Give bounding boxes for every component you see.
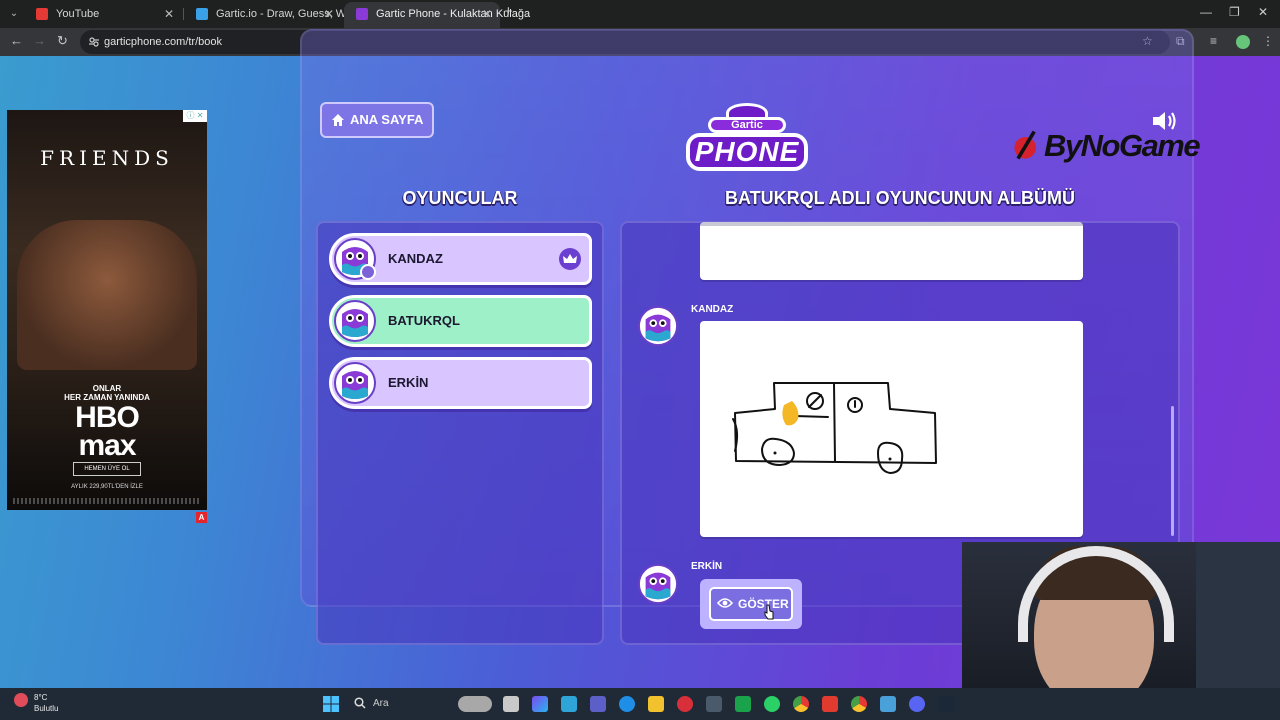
album-heading: BATUKRQL ADLI OYUNCUNUN ALBÜMÜ: [725, 188, 1075, 208]
player-name: ERKİN: [388, 375, 429, 390]
steam-icon[interactable]: [938, 696, 954, 712]
media-control-icon[interactable]: ≡: [1210, 34, 1217, 48]
ad-cast-image: [17, 220, 197, 370]
bynogame-logo-icon: [1014, 130, 1036, 160]
player-item-batukrql[interactable]: BATUKRQL: [329, 295, 592, 347]
logo-gartic-text: Gartic: [708, 117, 786, 133]
search-placeholder: Ara: [373, 698, 389, 709]
reload-icon[interactable]: ↻: [57, 33, 68, 49]
max-logo-text: max: [78, 429, 136, 462]
home-button-label: ANA SAYFA: [350, 112, 424, 127]
player-avatar: [334, 300, 376, 342]
weather-icon[interactable]: [14, 693, 28, 707]
copilot-icon[interactable]: [532, 696, 548, 712]
player-avatar: [334, 362, 376, 404]
close-icon[interactable]: ✕: [324, 2, 334, 26]
show-button-wrapper: GÖSTER: [700, 579, 802, 629]
ad-title: FRIENDS: [40, 146, 174, 170]
chrome-icon[interactable]: [851, 696, 867, 712]
eye-icon: [717, 598, 733, 608]
app-icon[interactable]: [880, 696, 896, 712]
hand-cursor-icon: [764, 604, 774, 620]
album-drawing-card: [700, 321, 1083, 537]
tab-strip: ⌄ YouTube ✕ Gartic.io - Draw, Guess, WIN…: [0, 0, 1280, 28]
xbox-icon[interactable]: [735, 696, 751, 712]
minimize-icon[interactable]: —: [1200, 5, 1212, 19]
task-view-icon[interactable]: [503, 696, 519, 712]
tab-youtube[interactable]: YouTube ✕: [24, 2, 182, 28]
windows-taskbar: 8°C Bulutlu Ara: [0, 688, 1280, 720]
app-icon[interactable]: [561, 696, 577, 712]
youtube-favicon-icon: [36, 8, 48, 20]
ad-badge: A: [196, 512, 207, 523]
close-icon[interactable]: ✕: [482, 2, 492, 26]
player-name: BATUKRQL: [388, 313, 460, 328]
album-author-avatar: [638, 564, 678, 604]
discord-icon[interactable]: [909, 696, 925, 712]
gartic-io-favicon-icon: [196, 8, 208, 20]
ad-tagline: ONLAR HER ZAMAN YANINDA: [7, 384, 207, 402]
player-name: KANDAZ: [388, 251, 443, 266]
ad-cta-button[interactable]: HEMEN ÜYE OL: [73, 462, 141, 476]
weather-condition: Bulutlu: [34, 704, 59, 713]
weather-widget[interactable]: 8°C Bulutlu: [34, 692, 58, 714]
player-item-erkin[interactable]: ERKİN: [329, 357, 592, 409]
ad-price-text: AYLIK 229,90TL'DEN İZLE: [71, 484, 143, 490]
taskbar-widget-icon[interactable]: [458, 696, 492, 712]
tab-title: YouTube: [56, 8, 100, 20]
album-author-name: KANDAZ: [691, 304, 734, 315]
album-author-name: ERKİN: [691, 561, 723, 572]
windows-start-icon[interactable]: [323, 696, 339, 712]
player-item-kandaz[interactable]: KANDAZ: [329, 233, 592, 285]
album-scrollbar[interactable]: [1171, 406, 1174, 536]
bynogame-sponsor-logo[interactable]: ByNoGame: [1012, 126, 1206, 166]
album-text-card: [700, 222, 1083, 280]
file-explorer-icon[interactable]: [648, 696, 664, 712]
sponsor-name: ByNoGame: [1044, 128, 1201, 163]
tab-gartic-phone[interactable]: Gartic Phone - Kulaktan Kulağa ✕: [344, 2, 530, 28]
app-icon[interactable]: [822, 696, 838, 712]
menu-dots-icon[interactable]: ⋮: [1262, 34, 1274, 48]
weather-temp: 8°C: [34, 693, 48, 702]
app-icon[interactable]: [677, 696, 693, 712]
edge-icon[interactable]: [619, 696, 635, 712]
hbo-logo-text: HBO: [75, 401, 140, 434]
back-icon[interactable]: ←: [10, 33, 23, 48]
car-drawing: [732, 382, 937, 474]
url-text: garticphone.com/tr/book: [104, 36, 223, 48]
logo-phone-text: PHONE: [686, 133, 808, 171]
home-button[interactable]: ANA SAYFA: [320, 102, 434, 138]
gartic-phone-favicon-icon: [356, 8, 368, 20]
app-grid-icon[interactable]: [706, 696, 722, 712]
chrome-icon[interactable]: [793, 696, 809, 712]
show-button[interactable]: GÖSTER: [709, 587, 793, 621]
forward-icon[interactable]: →: [33, 33, 46, 48]
restore-icon[interactable]: ❐: [1229, 5, 1240, 19]
teams-icon[interactable]: [590, 696, 606, 712]
players-heading: OYUNCULAR: [402, 188, 518, 208]
home-icon: [332, 114, 344, 126]
user-badge-icon: [360, 264, 376, 280]
gartic-phone-logo: Gartic PHONE: [686, 101, 808, 179]
ad-info-icon[interactable]: ⓘ ✕: [183, 110, 207, 122]
hbo-max-logo: HBO max: [7, 401, 207, 462]
tab-search-icon[interactable]: ⌄: [6, 6, 22, 22]
window-close-icon[interactable]: ✕: [1258, 5, 1268, 19]
profile-avatar[interactable]: [1236, 35, 1250, 49]
tab-title: Gartic.io - Draw, Guess, WIN: [216, 8, 358, 20]
crown-icon: [559, 248, 581, 270]
friends-ad-banner[interactable]: FRIENDS ONLAR HER ZAMAN YANINDA HBO max …: [7, 110, 207, 510]
ad-fine-print: [13, 498, 201, 504]
site-info-icon[interactable]: [88, 36, 100, 48]
headset-icon: [1018, 546, 1174, 642]
search-icon: [354, 697, 366, 709]
tab-gartic-io[interactable]: Gartic.io - Draw, Guess, WIN ✕: [184, 2, 357, 28]
ad-tagline-line1: ONLAR: [92, 384, 122, 393]
close-icon[interactable]: ✕: [164, 2, 174, 26]
whatsapp-icon[interactable]: [764, 696, 780, 712]
new-tab-icon[interactable]: +: [504, 3, 513, 20]
album-author-avatar: [638, 306, 678, 346]
